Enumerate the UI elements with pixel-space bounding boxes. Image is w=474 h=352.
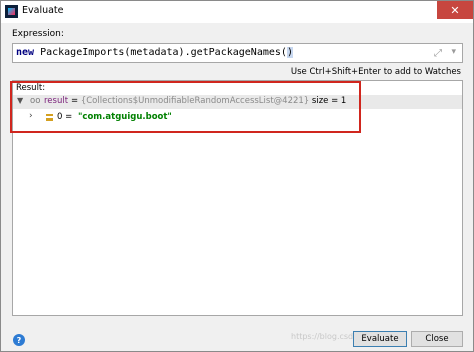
evaluate-dialog: Evaluate ✕ Expression: new PackageImport…	[0, 0, 474, 352]
window-close-button[interactable]: ✕	[437, 1, 473, 19]
title-bar: Evaluate ✕	[1, 1, 473, 23]
annotation-highlight-box	[10, 81, 361, 133]
expression-label: Expression:	[12, 29, 64, 39]
expression-code[interactable]: new PackageImports(metadata).getPackageN…	[16, 47, 293, 58]
code-body: PackageImports(metadata).getPackageNames…	[34, 47, 287, 58]
expand-editor-icon[interactable]: ⤢	[434, 48, 442, 59]
watches-hint: Use Ctrl+Shift+Enter to add to Watches	[290, 67, 461, 77]
intellij-app-icon	[5, 5, 18, 18]
help-icon[interactable]: ?	[13, 334, 25, 346]
expression-input[interactable]: new PackageImports(metadata).getPackageN…	[12, 43, 463, 63]
close-button[interactable]: Close	[411, 331, 463, 347]
history-dropdown-icon[interactable]: ▾	[451, 47, 456, 57]
window-title: Evaluate	[22, 5, 64, 16]
code-keyword: new	[16, 47, 35, 58]
evaluate-button[interactable]: Evaluate	[353, 331, 407, 347]
matched-paren: )	[286, 47, 293, 58]
